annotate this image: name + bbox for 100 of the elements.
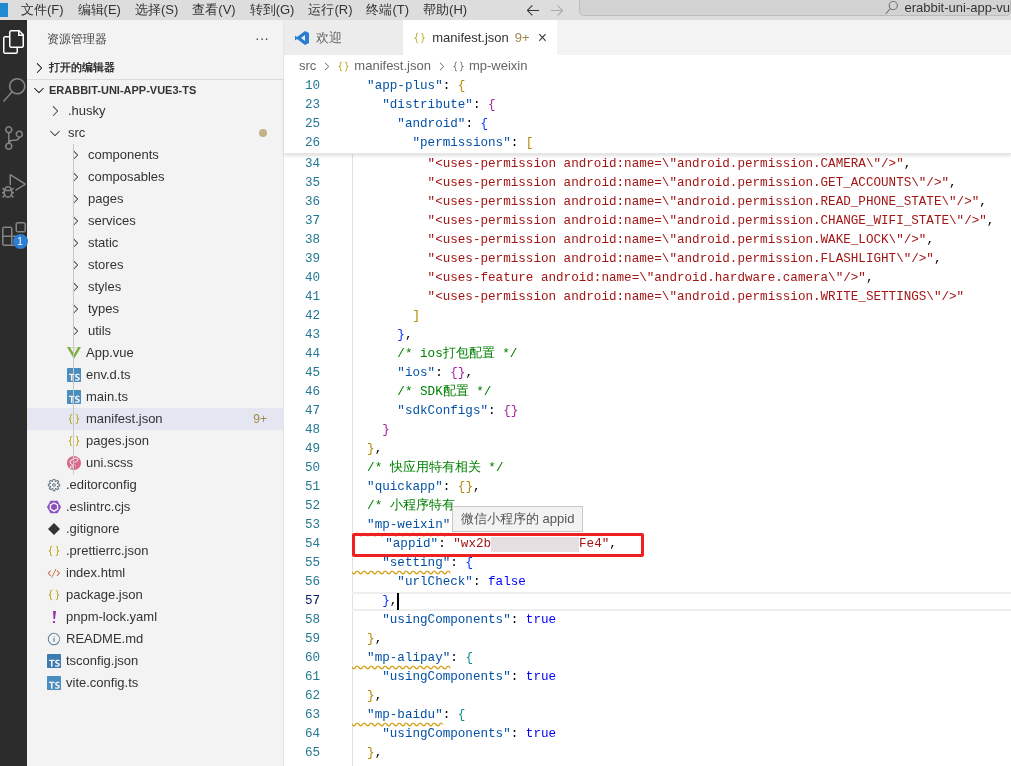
- code-token: /* ios打包配置 */: [396, 345, 518, 364]
- command-center-search[interactable]: erabbit-uni-app-vu: [579, 0, 1011, 16]
- editor-tab[interactable]: 欢迎: [284, 20, 403, 55]
- tree-item[interactable]: main.ts: [27, 386, 283, 408]
- file-name: .editorconfig: [66, 476, 138, 495]
- files-icon[interactable]: [1, 30, 26, 54]
- menu-item[interactable]: 文件(F): [21, 3, 64, 17]
- menu-item[interactable]: 查看(V): [192, 3, 236, 17]
- tree-item[interactable]: .husky: [27, 100, 283, 122]
- code-token: :: [465, 116, 474, 134]
- code-token: {: [480, 116, 489, 134]
- menu-item[interactable]: 终端(T): [366, 3, 410, 17]
- code-token: false: [488, 574, 526, 592]
- run-debug-icon[interactable]: [1, 174, 26, 198]
- tree-item[interactable]: App.vue: [27, 342, 283, 364]
- section-header[interactable]: 打开的编辑器: [27, 57, 283, 78]
- menu-item[interactable]: 转到(G): [249, 3, 295, 17]
- code-token: :: [438, 536, 447, 554]
- search-icon[interactable]: [1, 78, 26, 102]
- problem-count: 9+: [514, 28, 530, 47]
- tree-item[interactable]: .editorconfig: [27, 474, 283, 496]
- line-number: 10: [303, 78, 321, 96]
- breadcrumb-item[interactable]: mp-weixin: [468, 56, 528, 76]
- section-header[interactable]: ERABBIT-UNI-APP-VUE3-TS: [27, 79, 283, 100]
- hexagon-icon: [47, 500, 61, 514]
- line-number: 59: [303, 631, 321, 649]
- search-text: erabbit-uni-app-vu: [904, 0, 1010, 15]
- line-number: 65: [303, 745, 321, 763]
- menu-item[interactable]: 运行(R): [308, 3, 353, 17]
- tree-item[interactable]: static: [27, 232, 283, 254]
- code-token: "mp-baidu": [366, 707, 443, 725]
- breadcrumb-item[interactable]: src: [299, 56, 317, 76]
- code-token: "appid": [384, 536, 439, 554]
- problem-count: 9+: [253, 411, 267, 428]
- tree-item[interactable]: package.json: [27, 584, 283, 606]
- tree-item[interactable]: utils: [27, 320, 283, 342]
- line-number: 48: [303, 422, 321, 440]
- tree-item[interactable]: components: [27, 144, 283, 166]
- tree-item[interactable]: uni.scss: [27, 452, 283, 474]
- code-token: ,: [374, 745, 383, 763]
- code-token: :: [472, 97, 482, 115]
- menu-item[interactable]: 帮助(H): [423, 3, 468, 17]
- line-number: 40: [303, 270, 321, 288]
- braces-icon: [451, 59, 465, 73]
- line-number: 55: [303, 555, 321, 573]
- line-number: 34: [303, 156, 321, 174]
- line-number: 25: [303, 116, 321, 134]
- line-number: 42: [303, 308, 321, 326]
- braces-icon: [337, 59, 351, 73]
- tree-item[interactable]: src: [27, 122, 283, 144]
- menu-item[interactable]: 编辑(E): [77, 3, 121, 17]
- tree-item[interactable]: composables: [27, 166, 283, 188]
- tree-item[interactable]: pages: [27, 188, 283, 210]
- more-actions[interactable]: ···: [255, 28, 269, 49]
- code-token: "ios": [396, 365, 436, 383]
- code-token: /* 小程序特有: [366, 497, 455, 516]
- code-token: "quickapp": [366, 479, 443, 497]
- tab-label: manifest.json: [432, 28, 509, 47]
- tree-item[interactable]: pnpm-lock.yaml: [27, 606, 283, 628]
- gear-icon: [47, 478, 61, 492]
- file-name: utils: [88, 322, 113, 341]
- code-token: ,: [472, 479, 481, 497]
- file-name: .eslintrc.cjs: [66, 498, 132, 517]
- file-name: types: [88, 300, 121, 319]
- tree-item[interactable]: .eslintrc.cjs: [27, 496, 283, 518]
- line-number: 60: [303, 650, 321, 668]
- code-token: "urlCheck": [396, 574, 473, 592]
- sidebar-title: 资源管理器: [47, 30, 107, 48]
- tree-item[interactable]: tsconfig.json: [27, 650, 283, 672]
- typescript-icon: [67, 368, 81, 382]
- tree-item[interactable]: index.html: [27, 562, 283, 584]
- file-name: .husky: [68, 102, 107, 121]
- tree-item[interactable]: README.md: [27, 628, 283, 650]
- tree-item[interactable]: styles: [27, 276, 283, 298]
- code-token: ,: [949, 175, 957, 193]
- tree-item[interactable]: types: [27, 298, 283, 320]
- tree-item[interactable]: .prettierrc.json: [27, 540, 283, 562]
- tree-item[interactable]: services: [27, 210, 283, 232]
- line-number: 50: [303, 460, 321, 478]
- line-number: 54: [303, 536, 321, 554]
- tree-item[interactable]: pages.json: [27, 430, 283, 452]
- code-token: "setting": [381, 555, 451, 573]
- menu-item[interactable]: 选择(S): [134, 3, 179, 17]
- editor-tab[interactable]: manifest.json 9+ ×: [403, 20, 557, 55]
- code-token: :: [435, 365, 444, 383]
- close-button[interactable]: ×: [537, 29, 547, 46]
- tree-item[interactable]: vite.config.ts: [27, 672, 283, 694]
- breadcrumb-item[interactable]: manifest.json: [354, 56, 431, 76]
- tree-item[interactable]: stores: [27, 254, 283, 276]
- code-token: {: [465, 555, 473, 573]
- logo-icon: [0, 3, 8, 17]
- file-name: pages: [88, 190, 125, 209]
- code-token: :: [442, 707, 452, 725]
- code-token: ,: [986, 213, 995, 231]
- tree-item[interactable]: .gitignore: [27, 518, 283, 540]
- code-token: }: [366, 745, 375, 763]
- tree-item[interactable]: env.d.ts: [27, 364, 283, 386]
- tree-item[interactable]: manifest.json 9+: [27, 408, 283, 430]
- code-token: :: [510, 135, 520, 153]
- line-number: 64: [303, 726, 321, 744]
